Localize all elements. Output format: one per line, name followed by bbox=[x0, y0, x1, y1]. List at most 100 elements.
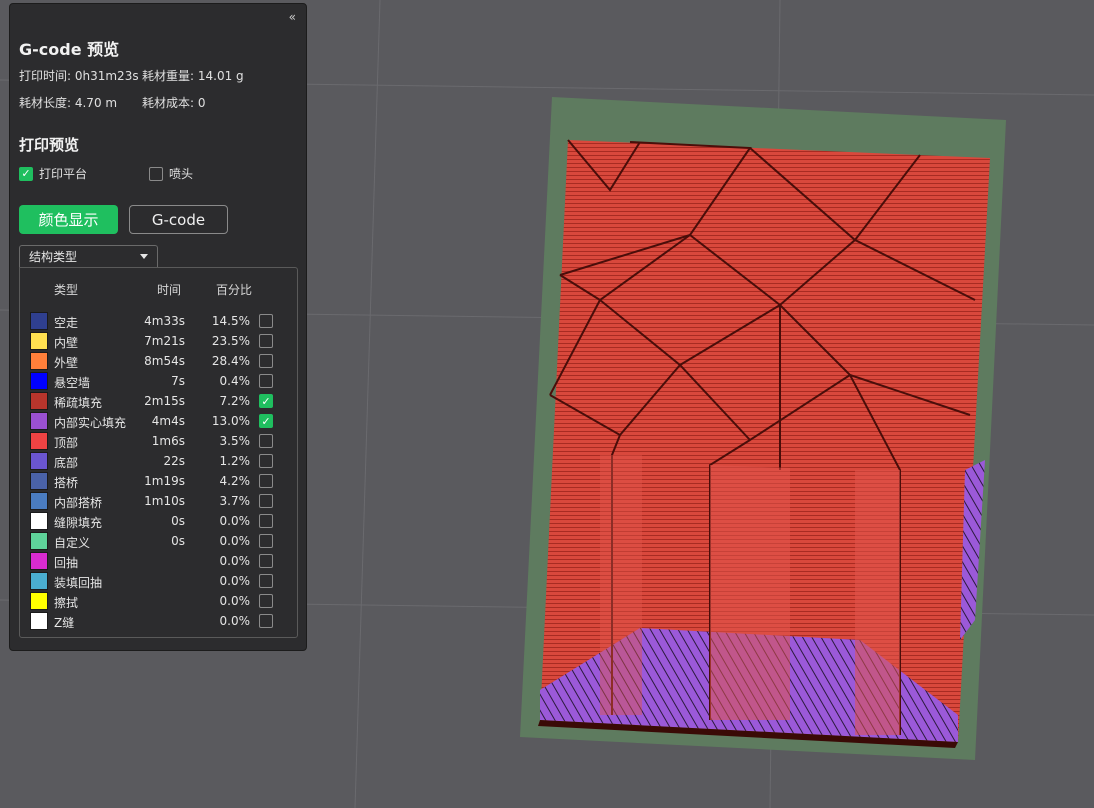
legend-type: 顶部 bbox=[54, 436, 79, 450]
chevron-down-icon bbox=[140, 254, 148, 259]
filament-cost: 耗材成本: 0 bbox=[142, 96, 206, 110]
header-percent: 百分比 bbox=[216, 283, 253, 297]
checkbox-unchecked-icon[interactable] bbox=[259, 614, 273, 628]
legend-percent: 4.2% bbox=[219, 474, 251, 488]
legend-type: 空走 bbox=[54, 316, 79, 330]
checkbox-unchecked-icon[interactable] bbox=[259, 574, 273, 588]
checkbox-unchecked-icon[interactable] bbox=[259, 514, 273, 528]
gcode-button[interactable]: G-code bbox=[129, 205, 228, 234]
color-swatch bbox=[30, 412, 48, 430]
color-swatch bbox=[30, 352, 48, 370]
legend-type: 悬空墙 bbox=[54, 376, 91, 390]
color-swatch bbox=[30, 572, 48, 590]
legend-type: 自定义 bbox=[54, 536, 91, 550]
legend-time: 4m4s bbox=[151, 414, 185, 428]
checkbox-unchecked-icon[interactable] bbox=[259, 354, 273, 368]
legend-type: 内壁 bbox=[54, 336, 79, 350]
filament-weight: 耗材重量: 14.01 g bbox=[142, 69, 244, 83]
filament-length: 耗材长度: 4.70 m bbox=[19, 96, 118, 110]
legend-type: 内部搭桥 bbox=[54, 496, 103, 510]
legend-time: 0s bbox=[171, 514, 185, 528]
legend-row: 缝隙填充 0s 0.0% bbox=[20, 510, 297, 530]
legend-type: 回抽 bbox=[54, 556, 79, 570]
checkbox-unchecked-icon[interactable] bbox=[259, 454, 273, 468]
legend-row: 内部搭桥 1m10s 3.7% bbox=[20, 490, 297, 510]
legend-row: 外壁 8m54s 28.4% bbox=[20, 350, 297, 370]
legend-type: 外壁 bbox=[54, 356, 79, 370]
legend-time: 1m19s bbox=[144, 474, 185, 488]
legend-percent: 1.2% bbox=[219, 454, 251, 468]
legend-type: 稀疏填充 bbox=[54, 396, 103, 410]
legend-percent: 0.0% bbox=[219, 594, 251, 608]
checkbox-unchecked-icon[interactable] bbox=[259, 334, 273, 348]
legend-row: 顶部 1m6s 3.5% bbox=[20, 430, 297, 450]
legend-time: 7m21s bbox=[144, 334, 185, 348]
nozzle-label: 喷头 bbox=[169, 167, 194, 181]
legend-type: 内部实心填充 bbox=[54, 416, 127, 430]
gcode-preview-panel: « G-code 预览 打印时间: 0h31m23s 耗材重量: 14.01 g… bbox=[9, 3, 307, 651]
legend-percent: 7.2% bbox=[219, 394, 251, 408]
color-swatch bbox=[30, 472, 48, 490]
legend-percent: 23.5% bbox=[211, 334, 250, 348]
legend-percent: 14.5% bbox=[211, 314, 250, 328]
legend-row: 底部 22s 1.2% bbox=[20, 450, 297, 470]
build-plate-toggle[interactable]: ✓ 打印平台 bbox=[19, 165, 87, 182]
dropdown-selected: 结构类型 bbox=[29, 250, 78, 264]
legend-percent: 28.4% bbox=[211, 354, 250, 368]
legend-time: 1m6s bbox=[151, 434, 185, 448]
color-swatch bbox=[30, 332, 48, 350]
checkbox-unchecked-icon[interactable] bbox=[259, 534, 273, 548]
checkbox-unchecked-icon[interactable] bbox=[149, 166, 163, 181]
color-display-button[interactable]: 颜色显示 bbox=[19, 205, 118, 234]
preview-section-title: 打印预览 bbox=[19, 136, 80, 154]
legend-time: 22s bbox=[163, 454, 185, 468]
legend-percent: 0.0% bbox=[219, 514, 251, 528]
checkbox-checked-icon[interactable]: ✓ bbox=[259, 414, 273, 428]
checkbox-unchecked-icon[interactable] bbox=[259, 474, 273, 488]
color-swatch bbox=[30, 312, 48, 330]
legend-row: 内壁 7m21s 23.5% bbox=[20, 330, 297, 350]
legend-time: 4m33s bbox=[144, 314, 185, 328]
legend-type: 底部 bbox=[54, 456, 79, 470]
legend-row: 悬空墙 7s 0.4% bbox=[20, 370, 297, 390]
checkbox-unchecked-icon[interactable] bbox=[259, 494, 273, 508]
legend-row: 稀疏填充 2m15s 7.2% ✓ bbox=[20, 390, 297, 410]
checkbox-unchecked-icon[interactable] bbox=[259, 594, 273, 608]
checkbox-unchecked-icon[interactable] bbox=[259, 374, 273, 388]
header-type: 类型 bbox=[54, 283, 79, 297]
legend-type: 缝隙填充 bbox=[54, 516, 103, 530]
legend-type: Z缝 bbox=[54, 616, 75, 630]
legend-type: 擦拭 bbox=[54, 596, 79, 610]
color-swatch bbox=[30, 452, 48, 470]
color-swatch bbox=[30, 532, 48, 550]
checkbox-checked-icon[interactable]: ✓ bbox=[259, 394, 273, 408]
color-swatch bbox=[30, 552, 48, 570]
legend-row: 回抽 0.0% bbox=[20, 550, 297, 570]
panel-title: G-code 预览 bbox=[19, 40, 120, 59]
legend-row: 空走 4m33s 14.5% bbox=[20, 310, 297, 330]
legend-row: Z缝 0.0% bbox=[20, 610, 297, 630]
legend-row: 内部实心填充 4m4s 13.0% ✓ bbox=[20, 410, 297, 430]
checkbox-checked-icon[interactable]: ✓ bbox=[19, 166, 33, 181]
legend-row: 擦拭 0.0% bbox=[20, 590, 297, 610]
legend-percent: 0.0% bbox=[219, 574, 251, 588]
header-time: 时间 bbox=[157, 283, 182, 297]
view-type-dropdown[interactable]: 结构类型 bbox=[19, 245, 158, 267]
legend-percent: 0.4% bbox=[219, 374, 251, 388]
legend-time: 8m54s bbox=[144, 354, 185, 368]
color-swatch bbox=[30, 372, 48, 390]
legend-time: 0s bbox=[171, 534, 185, 548]
checkbox-unchecked-icon[interactable] bbox=[259, 314, 273, 328]
print-model bbox=[538, 139, 990, 748]
checkbox-unchecked-icon[interactable] bbox=[259, 434, 273, 448]
color-swatch bbox=[30, 612, 48, 630]
collapse-icon[interactable]: « bbox=[289, 10, 296, 24]
legend-time: 2m15s bbox=[144, 394, 185, 408]
legend-type: 装填回抽 bbox=[54, 576, 103, 590]
build-plate-label: 打印平台 bbox=[39, 167, 88, 181]
nozzle-toggle[interactable]: 喷头 bbox=[149, 165, 193, 182]
checkbox-unchecked-icon[interactable] bbox=[259, 554, 273, 568]
color-swatch bbox=[30, 492, 48, 510]
color-swatch bbox=[30, 392, 48, 410]
legend-percent: 0.0% bbox=[219, 554, 251, 568]
